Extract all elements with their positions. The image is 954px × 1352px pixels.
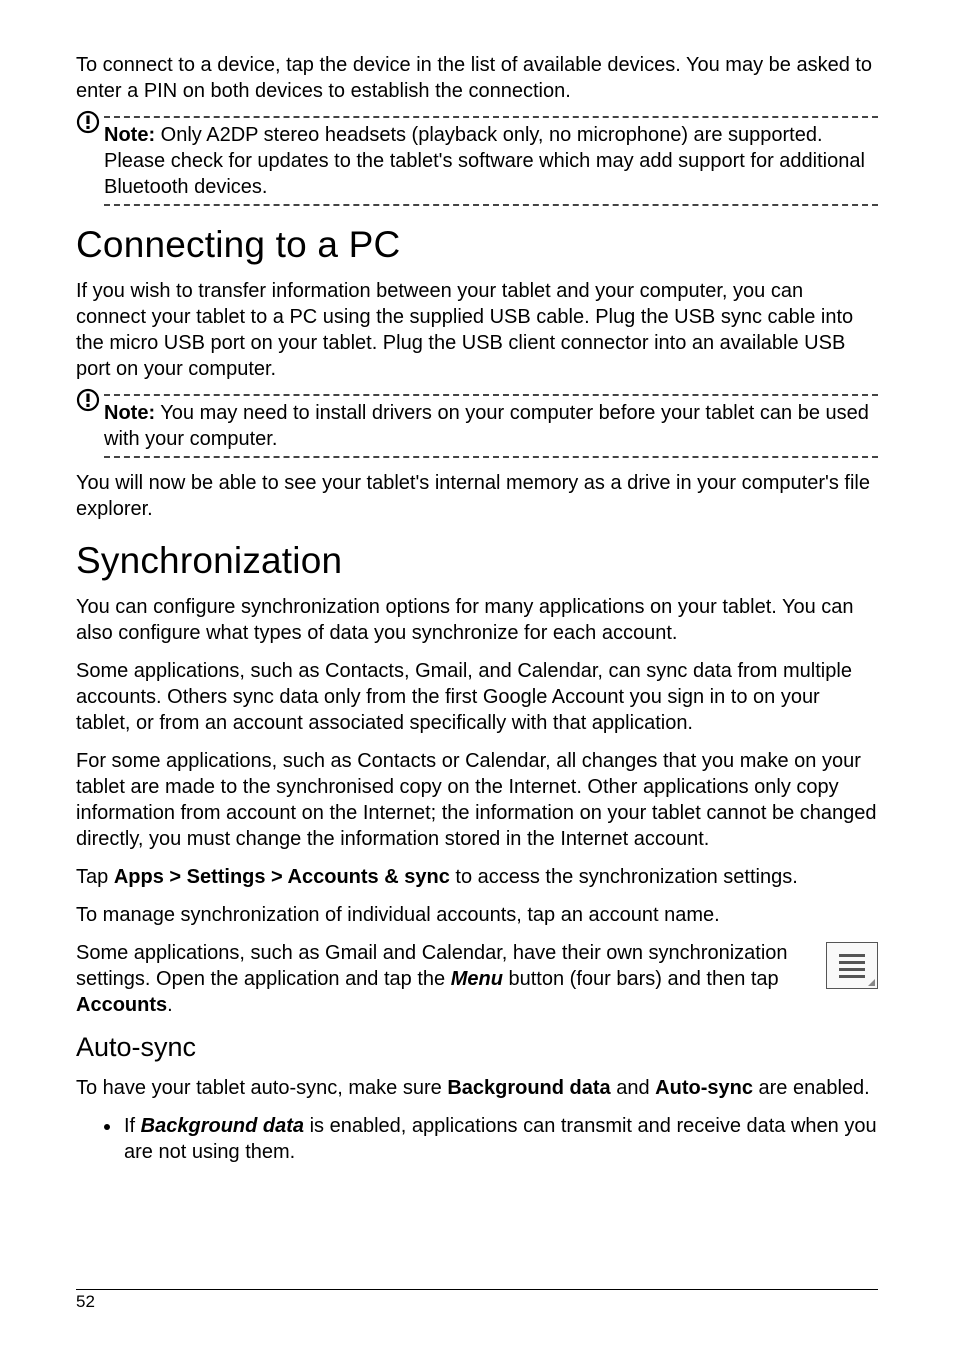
ui-path: Apps > Settings > Accounts & sync (114, 866, 450, 888)
text-fragment: To have your tablet auto-sync, make sure (76, 1077, 447, 1099)
heading-connecting-to-pc: Connecting to a PC (76, 224, 878, 266)
connecting-paragraph-1: If you wish to transfer information betw… (76, 278, 878, 382)
ui-label-accounts: Accounts (76, 994, 167, 1016)
dashed-separator (104, 116, 878, 118)
sync-paragraph-1: You can configure synchronization option… (76, 594, 878, 646)
sync-paragraph-3: For some applications, such as Contacts … (76, 748, 878, 852)
note-block-1: Note: Only A2DP stereo headsets (playbac… (76, 116, 878, 206)
sync-paragraph-5: To manage synchronization of individual … (76, 902, 878, 928)
ui-label-background-data: Background data (141, 1115, 304, 1137)
note-label: Note: (104, 402, 155, 424)
intro-paragraph: To connect to a device, tap the device i… (76, 52, 878, 104)
ui-label-auto-sync: Auto-sync (655, 1077, 753, 1099)
caution-icon (76, 110, 100, 139)
note-remainder: You may need to install drivers on your … (104, 402, 869, 450)
text-fragment: and (611, 1077, 655, 1099)
ui-label-background-data: Background data (447, 1077, 610, 1099)
sync-paragraph-2: Some applications, such as Contacts, Gma… (76, 658, 878, 736)
note-label: Note: (104, 124, 155, 146)
sync-paragraph-6: Some applications, such as Gmail and Cal… (76, 940, 878, 1018)
text-fragment: . (167, 994, 173, 1016)
note-text-2: Note: You may need to install drivers on… (104, 400, 878, 452)
heading-synchronization: Synchronization (76, 540, 878, 582)
autosync-paragraph-1: To have your tablet auto-sync, make sure… (76, 1075, 878, 1101)
footer-rule (76, 1289, 878, 1290)
note-block-2: Note: You may need to install drivers on… (76, 394, 878, 458)
caution-icon (76, 388, 100, 417)
page-number: 52 (76, 1292, 878, 1312)
text-fragment: button (four bars) and then tap (503, 968, 779, 990)
menu-lines (839, 954, 865, 982)
text-fragment: Tap (76, 866, 114, 888)
resize-corner-icon (868, 979, 875, 986)
text-fragment: are enabled. (753, 1077, 870, 1099)
note-text-1: Note: Only A2DP stereo headsets (playbac… (104, 122, 878, 200)
dashed-separator (104, 456, 878, 458)
menu-four-bars-icon (826, 942, 878, 989)
sync-paragraph-tap: Tap Apps > Settings > Accounts & sync to… (76, 864, 878, 890)
dashed-separator (104, 204, 878, 206)
note-remainder: Only A2DP stereo headsets (playback only… (104, 124, 865, 198)
text-fragment: to access the synchronization settings. (450, 866, 798, 888)
document-page: To connect to a device, tap the device i… (0, 0, 954, 1352)
dashed-separator (104, 394, 878, 396)
connecting-paragraph-2: You will now be able to see your tablet'… (76, 470, 878, 522)
ui-label-menu: Menu (451, 968, 503, 990)
heading-auto-sync: Auto-sync (76, 1032, 878, 1063)
page-footer: 52 (76, 1289, 878, 1312)
bullet-list: If Background data is enabled, applicati… (122, 1113, 878, 1165)
list-item: If Background data is enabled, applicati… (122, 1113, 878, 1165)
text-fragment: If (124, 1115, 141, 1137)
